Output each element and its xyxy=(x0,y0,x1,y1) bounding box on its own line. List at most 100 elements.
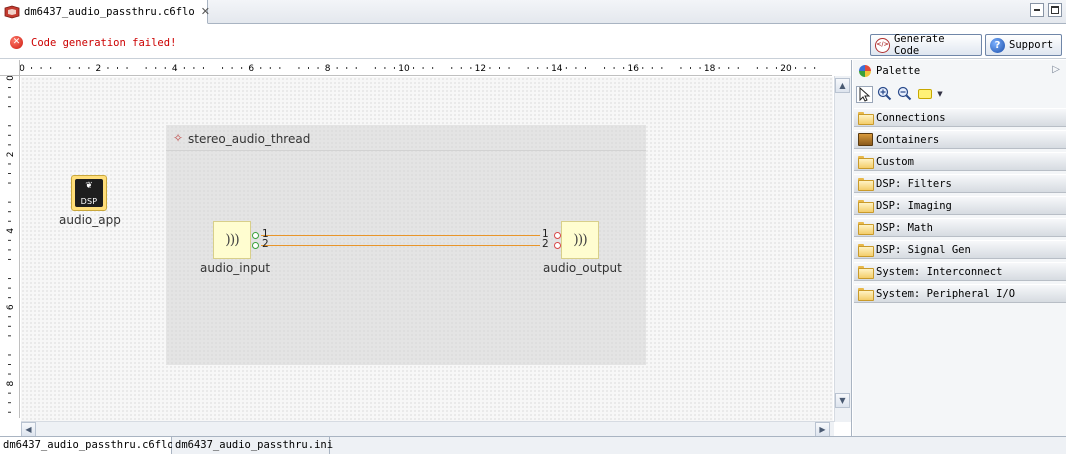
audio-app-block[interactable]: ❦ DSP xyxy=(71,175,107,211)
folder-icon xyxy=(858,288,874,301)
horizontal-scrollbar[interactable]: ◀ ▶ xyxy=(21,421,834,437)
palette-drawer-label: DSP: Filters xyxy=(876,177,952,190)
tab-ini[interactable]: dm6437_audio_passthru.ini xyxy=(172,437,333,454)
palette-panel: Palette ▷ ▼ Connections Containers Custom D… xyxy=(853,60,1066,436)
error-icon: ✕ xyxy=(10,36,23,49)
scroll-down-icon[interactable]: ▼ xyxy=(835,393,850,408)
bottom-bar-filler xyxy=(852,436,1066,454)
dropdown-arrow-icon[interactable]: ▼ xyxy=(936,86,944,103)
bottom-tab-bar: dm6437_audio_passthru.c6flo dm6437_audio… xyxy=(0,436,852,454)
tab-c6flo[interactable]: dm6437_audio_passthru.c6flo xyxy=(0,437,174,454)
ruler-label: 8 xyxy=(6,380,16,386)
collapse-palette-icon[interactable]: ▷ xyxy=(1052,64,1060,75)
vertical-scrollbar[interactable]: ▲ ▼ xyxy=(834,76,851,422)
palette-icon xyxy=(859,65,871,77)
speaker-output-icon: ))) xyxy=(573,232,587,248)
horizontal-ruler: 0 2 4 6 8 10 12 14 16 18 20 xyxy=(20,60,832,76)
thread-title: stereo_audio_thread xyxy=(188,132,311,146)
palette-header[interactable]: Palette ▷ xyxy=(853,60,1066,82)
palette-toolbar: ▼ xyxy=(853,83,1066,105)
audio-input-label: audio_input xyxy=(200,261,271,275)
generate-code-icon xyxy=(875,37,890,53)
palette-drawer-label: DSP: Signal Gen xyxy=(876,243,971,256)
folder-icon xyxy=(858,222,874,235)
vertical-ruler: 0 2 4 6 8 xyxy=(0,76,20,418)
palette-drawer[interactable]: Connections xyxy=(854,108,1066,127)
audio-input-block[interactable]: ))) xyxy=(213,221,251,259)
ruler-label: 6 xyxy=(6,304,16,310)
output-port-2-label: 2 xyxy=(262,238,269,250)
palette-drawer[interactable]: System: Interconnect xyxy=(854,262,1066,281)
audio-output-block[interactable]: ))) xyxy=(561,221,599,259)
ti-logo-icon: ❦ xyxy=(85,181,93,191)
ruler-label: 14 xyxy=(551,64,563,74)
ruler-label: 16 xyxy=(627,64,639,74)
palette-title: Palette xyxy=(876,65,921,77)
ruler-label: 20 xyxy=(780,64,792,74)
palette-drawer[interactable]: Custom xyxy=(854,152,1066,171)
palette-drawer[interactable]: DSP: Signal Gen xyxy=(854,240,1066,259)
palette-drawer[interactable]: DSP: Imaging xyxy=(854,196,1066,215)
generate-code-label: Generate Code xyxy=(893,33,945,57)
audio-output-label: audio_output xyxy=(543,261,622,275)
diagram-canvas[interactable]: ✧ stereo_audio_thread ❦ DSP audio_app ))… xyxy=(21,77,833,422)
thread-header: ✧ stereo_audio_thread xyxy=(166,125,646,151)
wire-channel-1[interactable] xyxy=(261,235,540,236)
minimize-icon[interactable] xyxy=(1030,3,1044,17)
palette-drawer-label: Custom xyxy=(876,155,914,168)
status-bar: ✕ Code generation failed! Generate Code … xyxy=(0,25,1066,59)
wire-channel-2[interactable] xyxy=(261,245,540,246)
thread-icon: ✧ xyxy=(173,131,184,145)
close-tab-icon[interactable]: ✕ xyxy=(201,5,210,18)
ruler-label: 2 xyxy=(96,64,102,74)
palette-drawer-label: Connections xyxy=(876,111,946,124)
palette-drawer[interactable]: System: Peripheral I/O xyxy=(854,284,1066,303)
folder-icon xyxy=(858,112,874,125)
scroll-up-icon[interactable]: ▲ xyxy=(835,78,850,93)
scroll-right-icon[interactable]: ▶ xyxy=(815,422,830,437)
folder-icon xyxy=(858,244,874,257)
zoom-in-icon[interactable] xyxy=(876,86,893,103)
box-icon xyxy=(858,133,873,146)
ruler-label: 8 xyxy=(325,64,331,74)
zoom-out-icon[interactable] xyxy=(896,86,913,103)
palette-drawer[interactable]: Containers xyxy=(854,130,1066,149)
palette-drawer-label: System: Interconnect xyxy=(876,265,1003,278)
input-port-2-label: 2 xyxy=(542,238,549,250)
palette-drawer-label: DSP: Imaging xyxy=(876,199,952,212)
palette-drawer-label: System: Peripheral I/O xyxy=(876,287,1016,300)
dsp-chip-label: DSP xyxy=(80,197,98,206)
error-message: Code generation failed! xyxy=(31,37,177,49)
speaker-icon: ))) xyxy=(225,232,239,248)
audio-app-label: audio_app xyxy=(59,213,121,227)
output-port-1[interactable] xyxy=(252,232,259,239)
c6flo-file-icon xyxy=(4,5,20,19)
ruler-label: 12 xyxy=(475,64,486,74)
palette-drawer[interactable]: DSP: Math xyxy=(854,218,1066,237)
generate-code-button[interactable]: Generate Code xyxy=(870,33,982,57)
editor-tab-active[interactable]: dm6437_audio_passthru.c6flo ✕ xyxy=(0,0,210,24)
ruler-label: 0 xyxy=(6,76,16,81)
ruler-label: 4 xyxy=(6,228,16,234)
editor-tab-label: dm6437_audio_passthru.c6flo xyxy=(24,5,195,18)
output-port-2[interactable] xyxy=(252,242,259,249)
ruler-label: 6 xyxy=(248,64,254,74)
input-port-1[interactable] xyxy=(554,232,561,239)
note-tool-icon[interactable] xyxy=(916,86,933,103)
folder-icon xyxy=(858,178,874,191)
dsp-chip-icon: ❦ DSP xyxy=(75,179,103,207)
folder-icon xyxy=(858,156,874,169)
maximize-icon[interactable] xyxy=(1048,3,1062,17)
support-button[interactable]: ? Support xyxy=(985,34,1062,56)
ruler-label: 18 xyxy=(704,64,716,74)
ruler-label: 0 xyxy=(20,64,25,74)
input-port-2[interactable] xyxy=(554,242,561,249)
help-icon: ? xyxy=(990,37,1005,53)
scroll-left-icon[interactable]: ◀ xyxy=(21,422,36,437)
ruler-label: 2 xyxy=(6,152,16,158)
select-tool-icon[interactable] xyxy=(856,85,873,103)
support-label: Support xyxy=(1009,39,1054,51)
palette-drawer-label: Containers xyxy=(876,133,940,146)
palette-drawer[interactable]: DSP: Filters xyxy=(854,174,1066,193)
folder-icon xyxy=(858,266,874,279)
